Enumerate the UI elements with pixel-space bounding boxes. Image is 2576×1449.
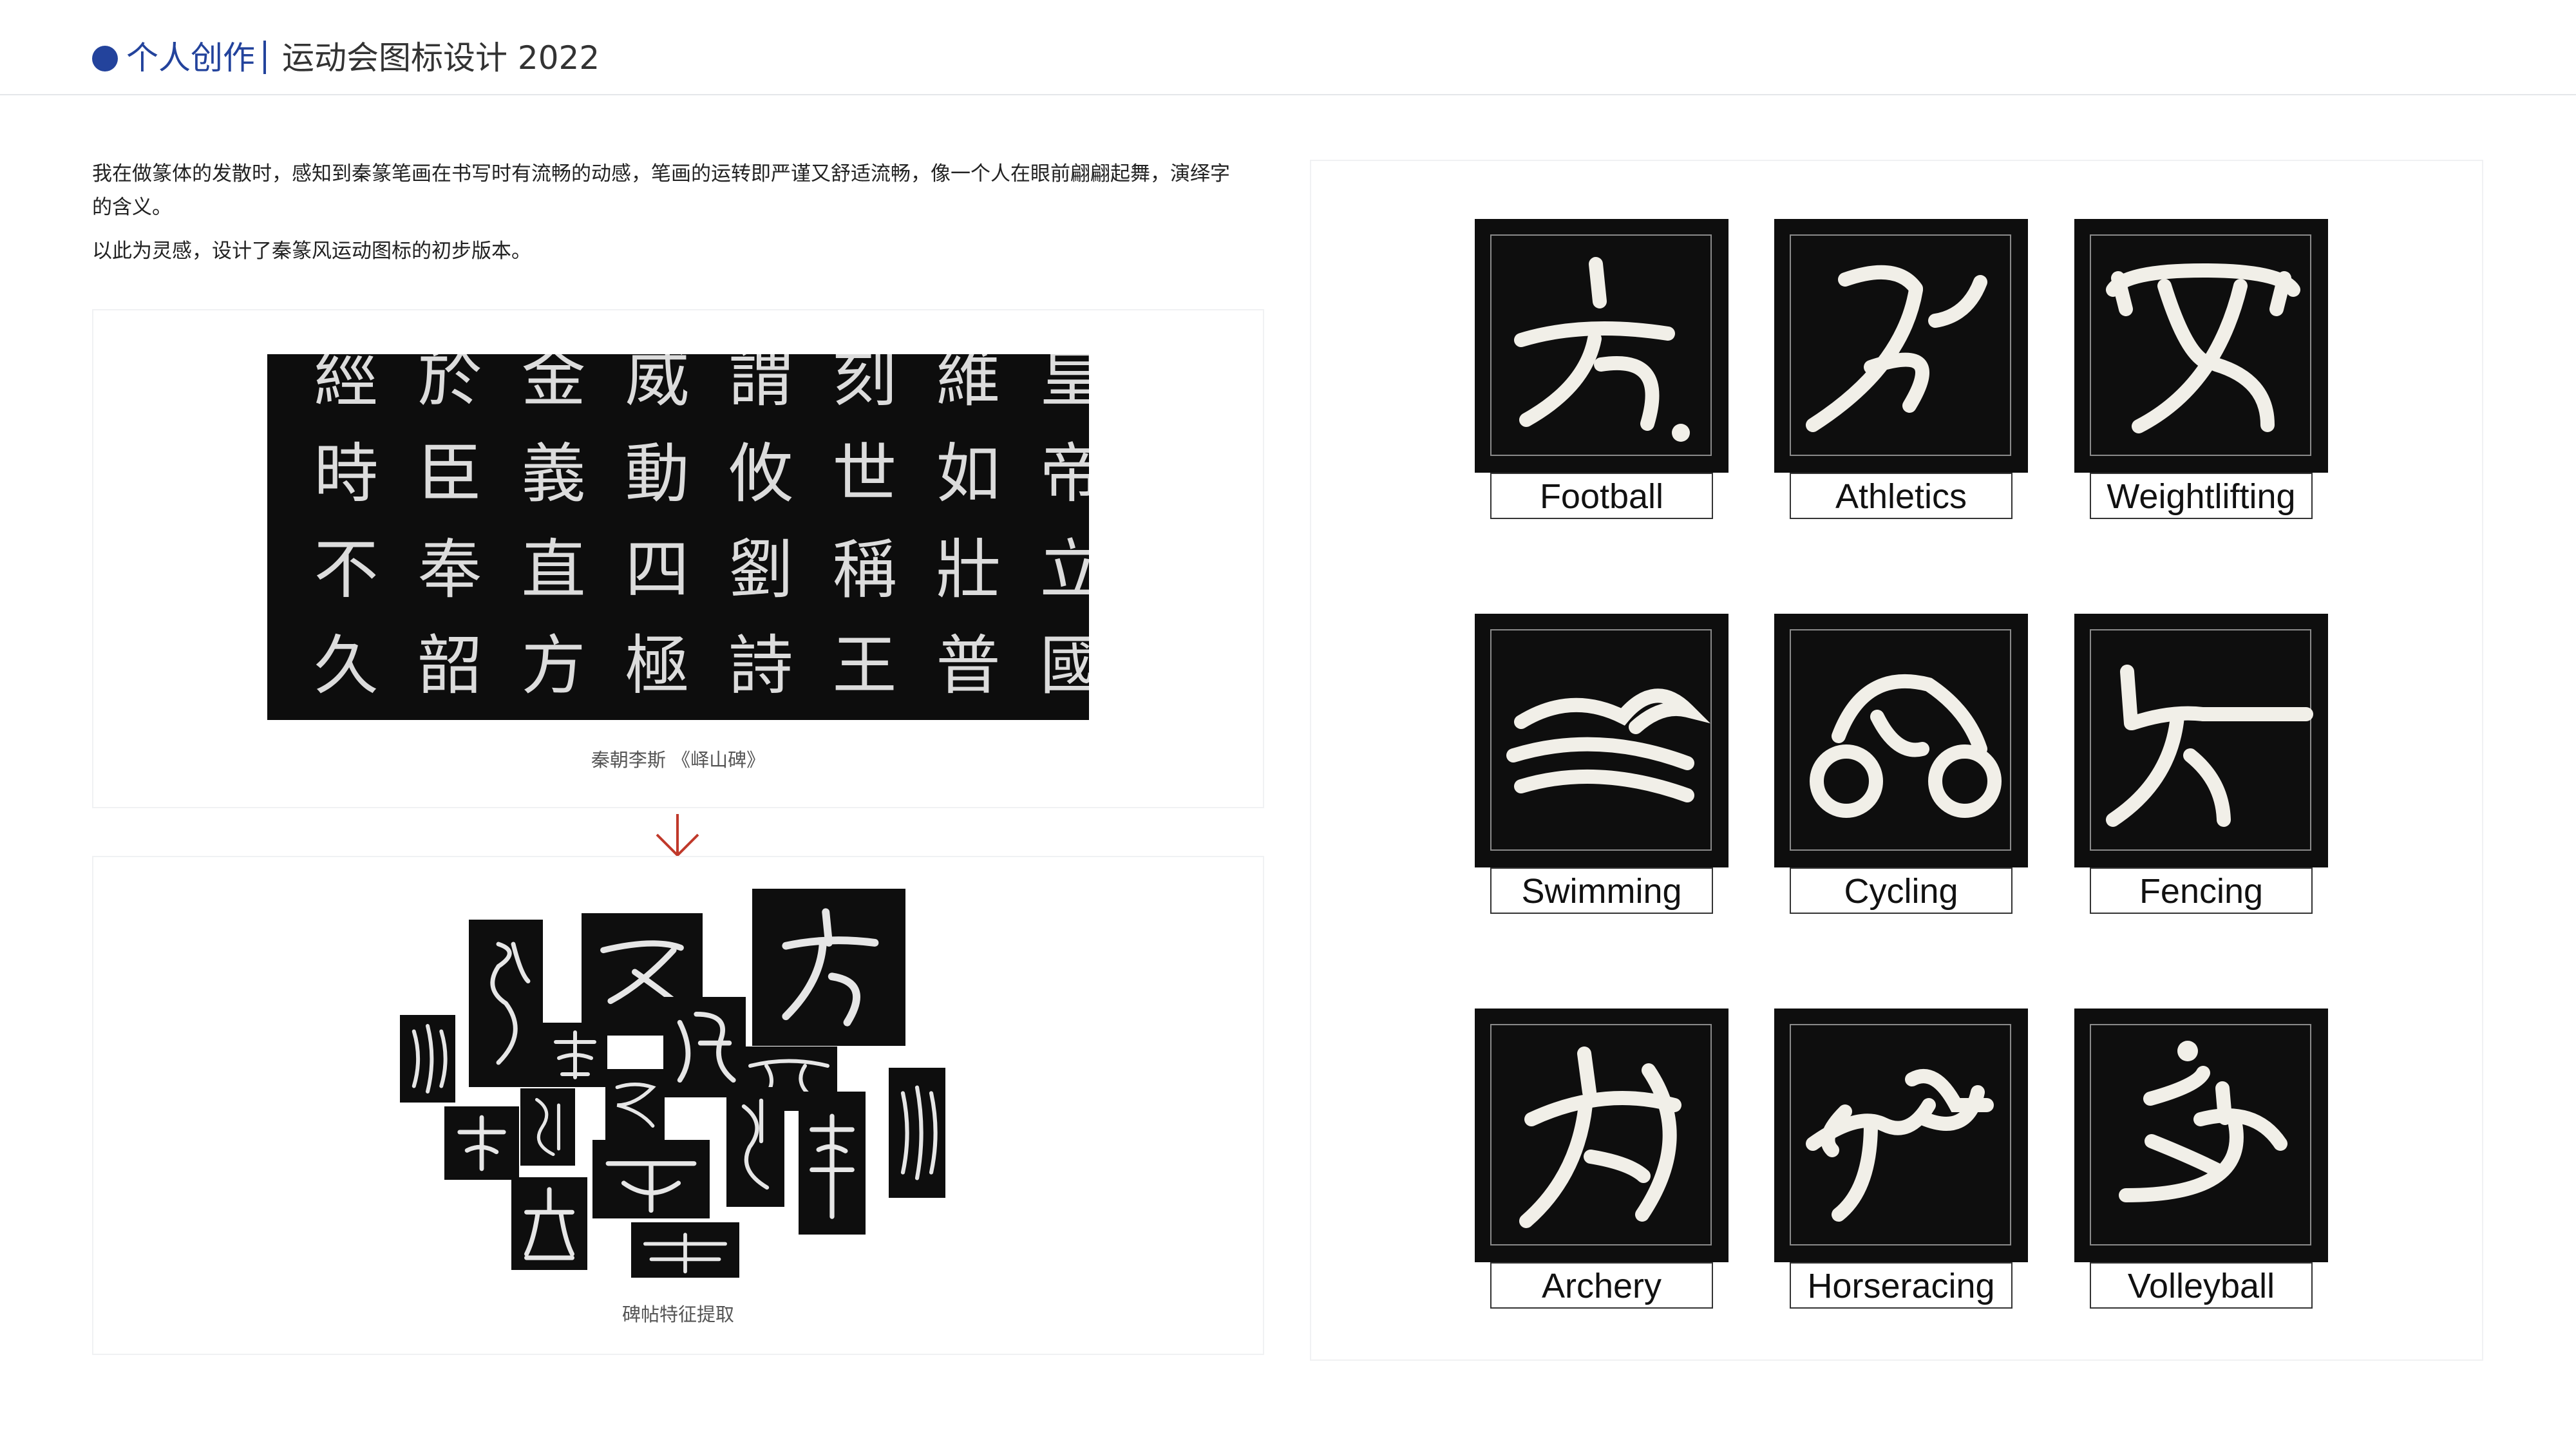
stele-character: 詩 <box>728 628 793 703</box>
stele-character: 帝 <box>1039 436 1090 511</box>
stele-character: 立 <box>1039 532 1090 607</box>
stele-character: 如 <box>936 436 1001 511</box>
icon-label: Swimming <box>1490 867 1713 914</box>
icon-label: Football <box>1490 473 1713 519</box>
stele-rubbing-image: 經於金威謂刻維皇時臣義動攸世如帝不奉直四劉稱壯立久韶方極詩王普國 <box>267 354 1089 720</box>
description-line-2: 的含义。 <box>92 196 172 219</box>
fragment-tile <box>400 1015 455 1103</box>
stele-character: 於 <box>417 354 482 415</box>
swimming-icon <box>1475 614 1728 867</box>
icon-label: Horseracing <box>1790 1262 2012 1309</box>
archery-icon <box>1475 1009 1728 1262</box>
stele-character: 時 <box>314 436 379 511</box>
fragment-tile <box>469 920 543 1087</box>
icon-label: Cycling <box>1790 867 2012 914</box>
collage-caption: 碑帖特征提取 <box>621 1303 734 1325</box>
stele-character: 維 <box>936 354 1001 415</box>
fragment-tile <box>799 1092 866 1235</box>
athletics-icon <box>1774 219 2028 473</box>
fragment-tile <box>592 1140 710 1218</box>
stele-character: 攸 <box>728 436 793 511</box>
stele-character: 奉 <box>417 532 482 607</box>
fragment-tile <box>726 1087 784 1207</box>
stele-character: 王 <box>832 628 897 703</box>
stele-character: 劉 <box>728 532 793 607</box>
stele-character: 普 <box>936 628 1001 703</box>
stele-character: 經 <box>314 354 379 415</box>
stele-character: 謂 <box>728 354 793 415</box>
section-label: 个人创作 <box>126 39 255 77</box>
page-header: 个人创作 运动会图标设计 2022 <box>0 0 2576 95</box>
stele-character: 義 <box>521 436 586 511</box>
fragment-tile <box>605 1069 665 1141</box>
football-icon <box>1475 219 1728 473</box>
icon-label: Athletics <box>1790 473 2012 519</box>
fragment-tile <box>444 1106 519 1180</box>
horseracing-icon <box>1774 1009 2028 1262</box>
volleyball-icon <box>2074 1009 2328 1262</box>
page-title: 运动会图标设计 2022 <box>282 39 600 77</box>
stele-character: 四 <box>625 532 690 607</box>
stele-character: 國 <box>1039 628 1090 703</box>
bullet-dot-icon <box>92 46 118 71</box>
stele-character: 動 <box>625 436 690 511</box>
description-line-1: 我在做篆体的发散时，感知到秦篆笔画在书写时有流畅的动感，笔画的运转即严谨又舒适流… <box>92 162 1230 185</box>
arrow-down-icon <box>656 814 699 857</box>
stele-character: 皇 <box>1039 354 1090 415</box>
icon-label: Weightlifting <box>2090 473 2313 519</box>
weightlifting-icon <box>2074 219 2328 473</box>
stele-character: 刻 <box>832 354 897 415</box>
fragment-tile <box>752 889 905 1046</box>
icon-label: Fencing <box>2090 867 2313 914</box>
icon-label: Volleyball <box>2090 1262 2313 1309</box>
stele-character: 不 <box>314 532 379 607</box>
fencing-icon <box>2074 614 2328 867</box>
fragment-tile <box>631 1222 739 1278</box>
fragment-tile <box>511 1177 587 1270</box>
stele-character: 韶 <box>417 628 482 703</box>
stele-character: 久 <box>314 628 379 703</box>
stele-character: 極 <box>625 628 690 703</box>
stele-character: 直 <box>521 532 586 607</box>
stele-character: 金 <box>521 354 586 415</box>
fragment-tile <box>663 997 746 1097</box>
stele-character: 世 <box>832 436 897 511</box>
icon-label: Archery <box>1490 1262 1713 1309</box>
cycling-icon <box>1774 614 2028 867</box>
fragment-tile <box>889 1068 945 1198</box>
description-line-3: 以此为灵感，设计了秦篆风运动图标的初步版本。 <box>92 240 531 263</box>
stele-character: 臣 <box>417 436 482 511</box>
stele-character: 威 <box>625 354 690 415</box>
stele-character: 壯 <box>936 532 1001 607</box>
header-divider <box>263 41 266 74</box>
stele-character: 稱 <box>832 532 897 607</box>
stele-caption: 秦朝李斯 《峄山碑》 <box>591 749 766 771</box>
fragment-tile <box>543 1023 607 1087</box>
fragment-tile <box>520 1088 575 1166</box>
stele-character: 方 <box>521 628 586 703</box>
